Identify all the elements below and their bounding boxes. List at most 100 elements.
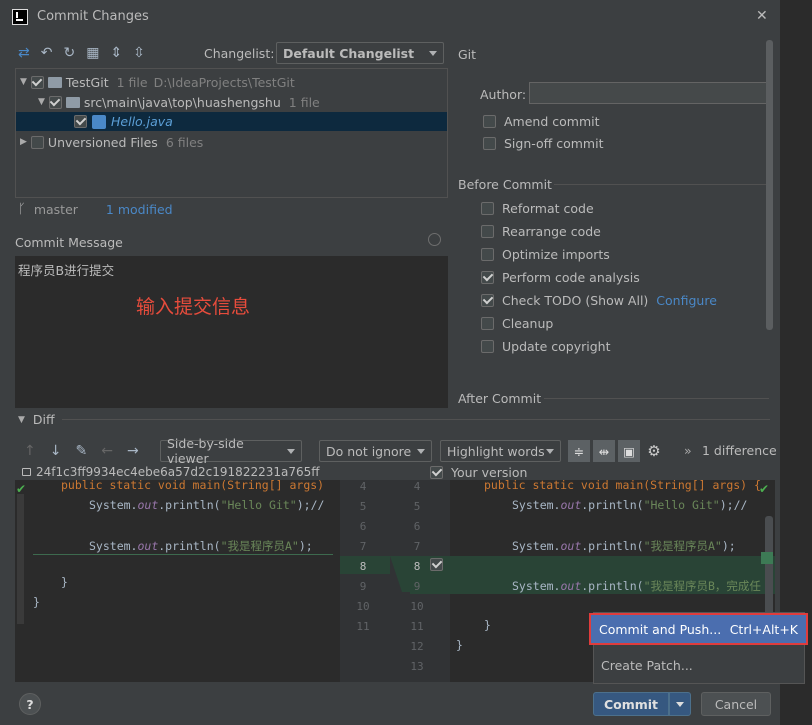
before-commit-option[interactable]: Cleanup: [481, 316, 553, 331]
left-revision-header: 24f1c3ff9934ec4ebe6a57d2c191822231a765ff: [22, 465, 320, 479]
commit-message-text: 程序员B进行提交: [18, 263, 115, 278]
signoff-commit-label: Sign-off commit: [504, 136, 604, 151]
option-checkbox[interactable]: [481, 202, 494, 215]
lock-icon[interactable]: ▣: [618, 440, 640, 462]
chevron-down-icon: [287, 448, 295, 454]
option-checkbox[interactable]: [481, 248, 494, 261]
changes-tree: ▼ TestGit 1 file D:\IdeaProjects\TestGit…: [15, 68, 448, 198]
close-icon[interactable]: ✕: [756, 8, 768, 24]
diff-gutter: 4 5 6 7 8 9 10 11 4 5 6 7 8 9 10 11 12 13: [340, 480, 450, 682]
refresh-icon[interactable]: ↻: [63, 45, 75, 61]
left-editor[interactable]: ✔ public static void main(String[] args)…: [15, 480, 340, 682]
sync-scroll-icon[interactable]: ⇹: [593, 440, 615, 462]
right-version-header: Your version: [430, 465, 527, 480]
option-checkbox[interactable]: [481, 340, 494, 353]
create-patch-label: Create Patch...: [601, 657, 693, 673]
commit-dropdown-button[interactable]: [669, 692, 691, 716]
code-token: out: [560, 579, 582, 593]
configure-link[interactable]: Configure: [656, 293, 717, 308]
your-version-checkbox[interactable]: [430, 466, 443, 479]
option-label: Perform code analysis: [502, 270, 640, 285]
root-checkbox[interactable]: [30, 75, 44, 89]
show-diff-icon[interactable]: ⇄: [18, 45, 30, 61]
collapse-all-icon[interactable]: ⇳: [133, 45, 145, 61]
amend-commit-option[interactable]: Amend commit: [483, 114, 600, 129]
left-line-number: 8: [359, 560, 367, 573]
edit-source-icon[interactable]: ✎: [75, 443, 87, 459]
history-icon[interactable]: [428, 233, 441, 246]
expand-all-icon[interactable]: ⇕: [110, 45, 122, 61]
before-commit-option[interactable]: Perform code analysis: [481, 270, 640, 285]
signoff-commit-checkbox[interactable]: [483, 137, 496, 150]
tree-root[interactable]: ▼ TestGit 1 file D:\IdeaProjects\TestGit: [20, 73, 295, 91]
option-checkbox[interactable]: [481, 317, 494, 330]
code-token: "我是程序员A": [643, 539, 722, 553]
file-checkbox[interactable]: [74, 115, 87, 128]
commit-button[interactable]: Commit: [593, 692, 669, 716]
after-commit-header: After Commit: [458, 391, 542, 406]
diff-label: Diff: [32, 412, 55, 427]
menu-item-create-patch[interactable]: Create Patch...: [594, 653, 804, 677]
code-token: "我是程序员A": [220, 539, 299, 553]
before-commit-option[interactable]: Reformat code: [481, 201, 594, 216]
diff-toggle-icons: ≑ ⇹ ▣ ⚙: [568, 440, 665, 462]
group-by-icon[interactable]: ▦: [86, 45, 99, 61]
window-title: Commit Changes: [37, 9, 149, 24]
right-line-number: 5: [413, 500, 421, 513]
before-commit-option[interactable]: Check TODO (Show All) Configure: [481, 293, 717, 308]
prev-change-icon[interactable]: ↑: [24, 443, 36, 459]
code-token: .println(: [158, 539, 221, 553]
root-path: D:\IdeaProjects\TestGit: [153, 74, 295, 90]
before-commit-option[interactable]: Update copyright: [481, 339, 610, 354]
unversioned-checkbox[interactable]: [30, 135, 44, 149]
option-checkbox[interactable]: [481, 271, 494, 284]
unversioned-meta: 6 files: [165, 134, 204, 150]
option-checkbox[interactable]: [481, 294, 494, 307]
code-line: }: [456, 638, 463, 652]
tree-folder[interactable]: ▼ src\main\java\top\huashengshu 1 file: [38, 93, 320, 111]
next-change-icon[interactable]: ↓: [50, 443, 62, 459]
before-commit-option[interactable]: Optimize imports: [481, 247, 610, 262]
ignore-dropdown[interactable]: Do not ignore: [319, 440, 432, 462]
code-token: out: [560, 498, 582, 512]
option-checkbox[interactable]: [481, 225, 494, 238]
help-button[interactable]: ?: [19, 693, 41, 715]
viewer-dropdown[interactable]: Side-by-side viewer: [160, 436, 302, 466]
commit-and-push-shortcut: Ctrl+Alt+K: [729, 621, 798, 637]
left-diff-line-marker: [33, 554, 333, 555]
changelist-dropdown[interactable]: Default Changelist: [276, 42, 444, 64]
collapse-unchanged-icon[interactable]: ≑: [568, 440, 590, 462]
branch-name: master: [33, 202, 78, 217]
tree-unversioned[interactable]: ▶ Unversioned Files 6 files: [20, 133, 203, 151]
more-actions-icon[interactable]: »: [684, 443, 692, 458]
branch-status: ᚴ master 1 modified: [18, 202, 173, 217]
highlight-dropdown[interactable]: Highlight words: [440, 440, 561, 462]
code-text: }: [33, 595, 40, 609]
settings-gear-icon[interactable]: ⚙: [643, 440, 665, 462]
left-line-number: 9: [359, 580, 367, 593]
before-commit-option[interactable]: Rearrange code: [481, 224, 601, 239]
menu-item-commit-and-push[interactable]: Commit and Push... Ctrl+Alt+K: [589, 613, 808, 645]
read-only-lock-icon: [22, 468, 31, 476]
back-icon[interactable]: ←: [101, 443, 113, 459]
left-line-number: 6: [359, 520, 367, 533]
amend-commit-checkbox[interactable]: [483, 115, 496, 128]
author-field[interactable]: [529, 82, 769, 104]
folder-checkbox[interactable]: [48, 95, 62, 109]
before-commit-divider: [554, 184, 769, 185]
forward-icon[interactable]: →: [127, 443, 139, 459]
git-panel-scrollbar[interactable]: [766, 40, 773, 330]
rollback-icon[interactable]: ↶: [41, 45, 53, 61]
code-text: }: [61, 575, 68, 589]
code-text: }: [484, 618, 491, 632]
commit-message-input[interactable]: 程序员B进行提交 输入提交信息: [15, 256, 448, 408]
modified-link[interactable]: 1 modified: [106, 202, 173, 217]
diff-header[interactable]: ▼ Diff: [18, 412, 55, 427]
code-token: );//: [296, 498, 325, 512]
signoff-commit-option[interactable]: Sign-off commit: [483, 136, 604, 151]
code-line: System.out.println("我是程序员A");: [89, 538, 313, 554]
tree-file-selected[interactable]: Hello.java: [16, 112, 447, 131]
cancel-button[interactable]: Cancel: [701, 692, 771, 716]
right-scrollbar[interactable]: [765, 516, 773, 626]
diff-divider: [62, 419, 770, 420]
